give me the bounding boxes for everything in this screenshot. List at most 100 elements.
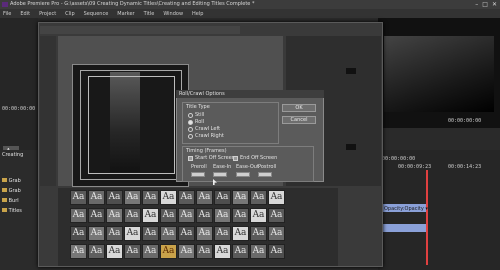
menu-help[interactable]: Help (192, 11, 203, 17)
title-style-swatch[interactable]: Aa (124, 226, 141, 241)
option-still[interactable]: Still (188, 112, 204, 118)
project-item[interactable]: Grab (2, 178, 21, 184)
title-style-swatch[interactable]: Aa (142, 190, 159, 205)
start-off-screen-checkbox[interactable]: Start Off Screen (188, 155, 235, 161)
title-style-swatch[interactable]: Aa (214, 208, 231, 223)
title-style-swatch[interactable]: Aa (232, 226, 249, 241)
postroll-input[interactable] (258, 172, 272, 177)
title-style-swatch[interactable]: Aa (88, 226, 105, 241)
title-style-swatch[interactable]: Aa (250, 208, 267, 223)
title-style-swatch[interactable]: Aa (250, 244, 267, 259)
title-style-swatch[interactable]: Aa (160, 226, 177, 241)
title-style-swatch[interactable]: Aa (232, 208, 249, 223)
menu-window[interactable]: Window (163, 11, 183, 17)
program-timecode: 00:00:00:00 (448, 118, 482, 124)
dialog-title: Roll/Crawl Options (176, 90, 324, 98)
maximize-icon[interactable]: □ (482, 1, 488, 8)
title-styles-grid: Aa Aa Aa Aa Aa Aa Aa Aa Aa Aa Aa Aa Aa Aa Aa Aa Aa Aa Aa Aa… (70, 190, 285, 266)
menu-marker[interactable]: Marker (117, 11, 134, 17)
title-style-swatch[interactable]: Aa (106, 190, 123, 205)
title-style-swatch[interactable]: Aa (106, 226, 123, 241)
title-style-swatch[interactable]: Aa (124, 244, 141, 259)
postroll-label: Postroll (258, 164, 277, 170)
title-style-swatch[interactable]: Aa (160, 208, 177, 223)
title-style-swatch[interactable]: Aa (106, 208, 123, 223)
title-style-swatch[interactable]: Aa (268, 226, 285, 241)
end-off-screen-checkbox[interactable]: End Off Screen (233, 155, 277, 161)
option-crawl-left[interactable]: Crawl Left (188, 126, 220, 132)
minimize-icon[interactable]: – (475, 1, 478, 8)
title-style-swatch[interactable]: Aa (232, 244, 249, 259)
option-roll[interactable]: Roll (188, 119, 204, 125)
playhead[interactable] (426, 170, 428, 265)
title-style-swatch[interactable]: Aa (268, 244, 285, 259)
menu-title[interactable]: Title (144, 11, 155, 17)
title-style-swatch[interactable]: Aa (88, 244, 105, 259)
menu-project[interactable]: Project (39, 11, 56, 17)
title-style-swatch[interactable]: Aa (160, 244, 177, 259)
preroll-input[interactable] (191, 172, 205, 177)
title-style-swatch[interactable]: Aa (250, 190, 267, 205)
ease-in-input[interactable] (213, 172, 227, 177)
title-style-swatch[interactable]: Aa (178, 190, 195, 205)
title-style-swatch[interactable]: Aa (124, 208, 141, 223)
menu-sequence[interactable]: Sequence (84, 11, 109, 17)
title-style-swatch[interactable]: Aa (124, 190, 141, 205)
folder-icon (2, 198, 7, 202)
color-swatch[interactable] (346, 68, 356, 74)
title-style-swatch[interactable]: Aa (88, 208, 105, 223)
title-style-swatch[interactable]: Aa (232, 190, 249, 205)
folder-icon (2, 208, 7, 212)
title-style-swatch[interactable]: Aa (160, 190, 177, 205)
radio-icon (188, 133, 193, 139)
title-style-swatch[interactable]: Aa (178, 244, 195, 259)
option-crawl-right[interactable]: Crawl Right (188, 133, 224, 139)
window-title-bar: Adobe Premiere Pro - G:\assets\09 Creati… (0, 0, 500, 9)
title-style-swatch[interactable]: Aa (70, 190, 87, 205)
title-style-swatch[interactable]: Aa (214, 226, 231, 241)
project-tab[interactable]: Creating (2, 152, 23, 158)
title-style-swatch[interactable]: Aa (178, 208, 195, 223)
project-item[interactable]: Grab (2, 188, 21, 194)
titler-toolbar (40, 26, 240, 34)
project-item[interactable]: Titles (2, 208, 22, 214)
menu-file[interactable]: File (3, 11, 11, 17)
title-style-swatch[interactable]: Aa (70, 244, 87, 259)
title-style-swatch[interactable]: Aa (214, 190, 231, 205)
window-title: Adobe Premiere Pro - G:\assets\09 Creati… (10, 1, 255, 7)
title-style-swatch[interactable]: Aa (88, 190, 105, 205)
title-style-swatch[interactable]: Aa (196, 190, 213, 205)
menu-clip[interactable]: Clip (65, 11, 74, 17)
title-style-swatch[interactable]: Aa (142, 226, 159, 241)
window-controls: – □ ✕ (475, 1, 497, 8)
title-type-label: Title Type (186, 104, 210, 110)
color-swatch[interactable] (346, 144, 356, 150)
ease-out-input[interactable] (236, 172, 250, 177)
title-style-swatch[interactable]: Aa (70, 226, 87, 241)
title-style-swatch[interactable]: Aa (106, 244, 123, 259)
source-timecode: 00:00:00:00 (2, 106, 36, 112)
timeline-clip[interactable] (382, 224, 426, 232)
title-style-swatch[interactable]: Aa (196, 226, 213, 241)
ease-out-label: Ease-Out (236, 164, 259, 170)
title-style-swatch[interactable]: Aa (142, 244, 159, 259)
title-style-swatch[interactable]: Aa (250, 226, 267, 241)
preroll-label: Preroll (191, 164, 207, 170)
timeline-timecode: 00:00:00:00 (382, 156, 416, 162)
title-style-swatch[interactable]: Aa (70, 208, 87, 223)
radio-icon (188, 112, 193, 118)
title-style-swatch[interactable]: Aa (196, 208, 213, 223)
title-style-swatch[interactable]: Aa (196, 244, 213, 259)
project-item[interactable]: Burl (2, 198, 19, 204)
title-style-swatch[interactable]: Aa (178, 226, 195, 241)
ok-button[interactable]: OK (282, 104, 316, 112)
timeline-panel: 00:00:00:00 00:00:09:23 00:00:14:23 Opac… (378, 150, 500, 270)
close-icon[interactable]: ✕ (492, 1, 497, 8)
title-style-swatch[interactable]: Aa (214, 244, 231, 259)
title-style-swatch[interactable]: Aa (268, 208, 285, 223)
menu-edit[interactable]: Edit (20, 11, 30, 17)
title-style-swatch[interactable]: Aa (142, 208, 159, 223)
cancel-button[interactable]: Cancel (282, 116, 316, 124)
title-style-swatch[interactable]: Aa (268, 190, 285, 205)
program-monitor-frame (384, 36, 494, 112)
